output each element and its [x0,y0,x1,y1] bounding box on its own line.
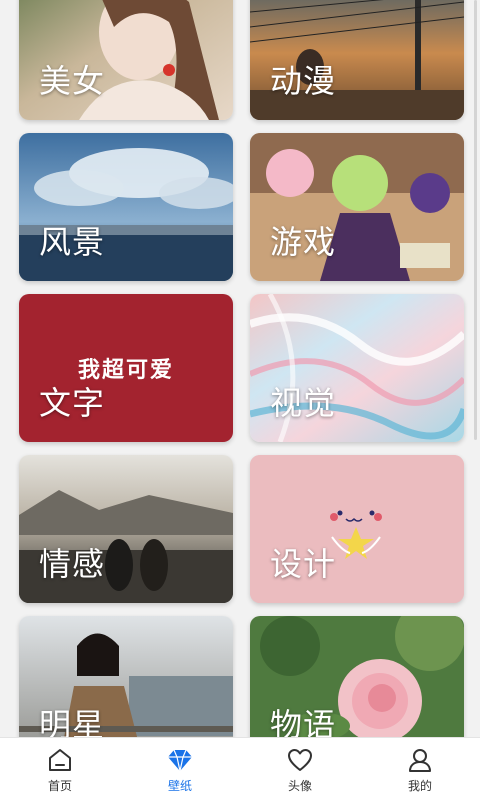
category-label: 游戏 [270,223,337,261]
category-card-story[interactable]: 物语 [250,616,464,737]
nav-item-mine[interactable]: 我的 [360,738,480,800]
category-card-design[interactable]: 设计 [250,455,464,603]
category-label: 动漫 [270,62,337,100]
category-label: 风景 [39,223,106,261]
category-card-anime[interactable]: 动漫 [250,0,464,120]
category-card-scenery[interactable]: 风景 [19,133,233,281]
nav-item-avatar[interactable]: 头像 [240,738,360,800]
category-label: 物语 [270,706,337,737]
nav-label-wallpaper: 壁纸 [167,779,192,793]
category-card-beauty[interactable]: 美女 [19,0,233,120]
nav-item-home[interactable]: 首页 [0,738,120,800]
bottom-navigation: 首页 壁纸 头像 我的 [0,737,480,800]
category-label: 情感 [39,545,106,583]
category-label: 明星 [39,706,106,737]
category-label: 文字 [39,384,106,422]
category-label: 美女 [39,62,106,100]
heart-icon [288,749,312,771]
nav-label-avatar: 头像 [287,779,312,793]
category-card-game[interactable]: 游戏 [250,133,464,281]
category-card-star[interactable]: 明星 [19,616,233,737]
scrollbar[interactable] [474,0,477,440]
wallpaper-category-grid: 美女 动漫 风景 游戏 我超可爱 文字 视觉 情感 设计 明星 物语 [0,0,480,737]
user-icon [409,749,431,772]
category-card-emotion[interactable]: 情感 [19,455,233,603]
category-card-text[interactable]: 我超可爱 文字 [19,294,233,442]
category-card-visual[interactable]: 视觉 [250,294,464,442]
nav-item-wallpaper[interactable]: 壁纸 [120,738,240,800]
nav-label-mine: 我的 [407,779,432,793]
home-icon [49,749,71,771]
category-label: 视觉 [270,384,337,422]
diamond-icon [168,749,192,772]
category-label: 设计 [270,545,337,583]
nav-label-home: 首页 [47,779,72,793]
